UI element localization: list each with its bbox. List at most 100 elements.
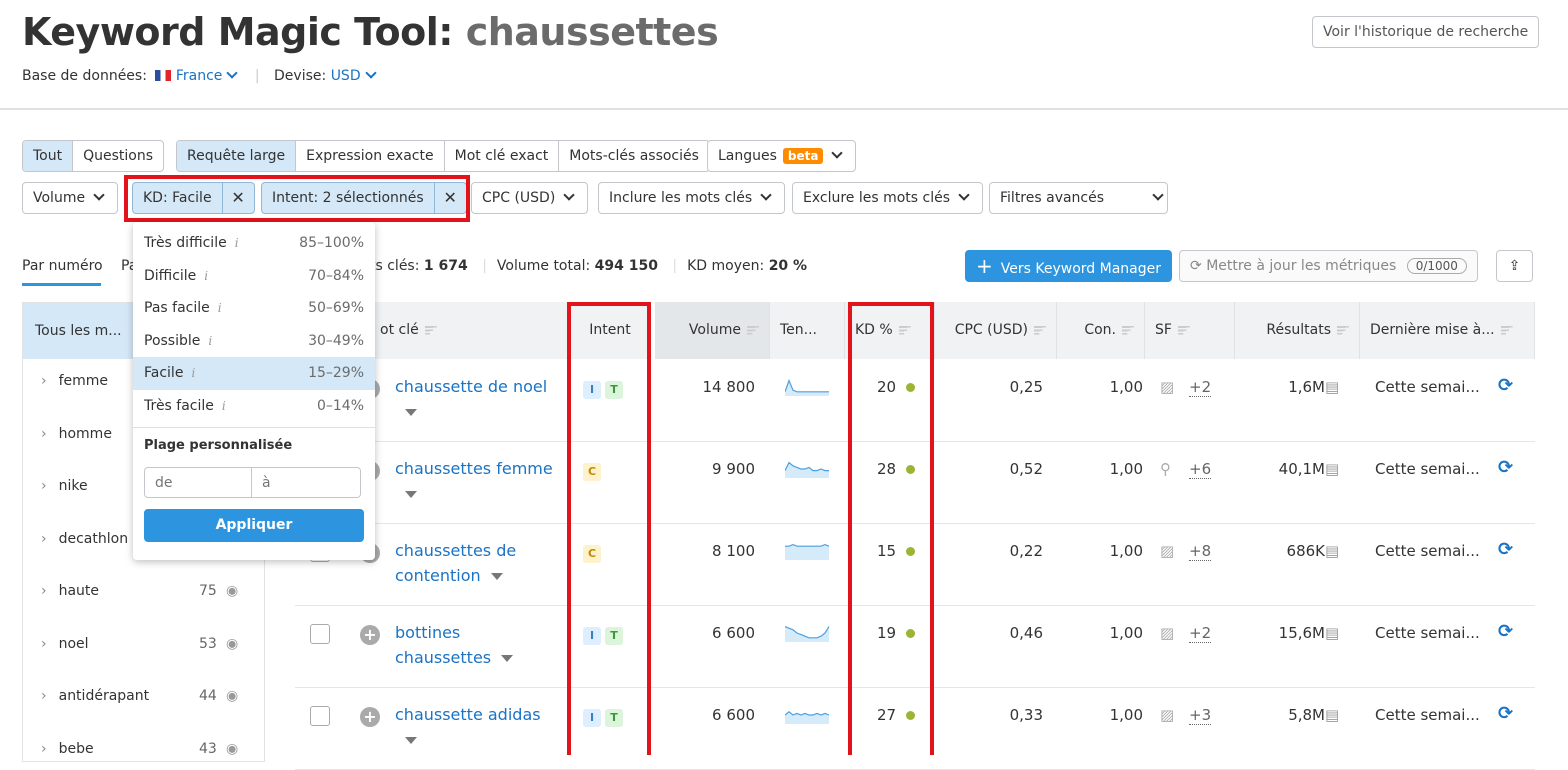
add-keyword-icon[interactable]: + <box>360 625 380 645</box>
sidebar-group-item[interactable]: › noel 53 ◉ <box>41 636 251 652</box>
tab-questions[interactable]: Questions <box>73 141 163 171</box>
keyword-link[interactable]: bottines chaussettes <box>395 620 555 670</box>
kd-to-input[interactable] <box>252 467 361 498</box>
chevron-right-icon[interactable]: › <box>41 741 47 757</box>
serp-page-icon[interactable]: ▤ <box>1325 542 1339 560</box>
sort-icon[interactable] <box>1034 325 1046 335</box>
row-checkbox[interactable] <box>310 706 330 726</box>
kd-from-input[interactable] <box>144 467 252 498</box>
eye-icon[interactable]: ◉ <box>226 688 238 704</box>
highlight-box <box>124 175 470 222</box>
caret-down-icon[interactable] <box>405 737 417 744</box>
column-header-volume[interactable]: Volume <box>655 302 770 359</box>
chevron-right-icon[interactable]: › <box>41 478 47 494</box>
column-header-sf[interactable]: SF <box>1145 302 1235 359</box>
info-icon[interactable]: i <box>222 399 226 413</box>
refresh-icon[interactable]: ⟳ <box>1498 375 1513 396</box>
keyword-manager-button[interactable]: + Vers Keyword Manager <box>965 250 1172 282</box>
volume-filter[interactable]: Volume <box>22 182 119 214</box>
sort-icon[interactable] <box>747 325 759 335</box>
chevron-right-icon[interactable]: › <box>41 426 47 442</box>
info-icon[interactable]: i <box>204 269 208 283</box>
tab-exact-match[interactable]: Mot clé exact <box>445 141 560 171</box>
info-icon[interactable]: i <box>208 334 212 348</box>
serp-features-more[interactable]: +6 <box>1189 460 1212 479</box>
exclude-keywords-filter[interactable]: Exclure les mots clés <box>792 182 984 214</box>
cpc-filter[interactable]: CPC (USD) <box>471 182 589 214</box>
tab-by-number[interactable]: Par numéro <box>22 258 103 274</box>
group-label: noel <box>58 635 89 652</box>
beta-badge: beta <box>782 148 824 164</box>
currency-dropdown[interactable]: USD <box>331 68 361 84</box>
tab-broad-match[interactable]: Requête large <box>177 141 297 171</box>
database-dropdown[interactable]: France <box>176 68 223 84</box>
serp-features-more[interactable]: +8 <box>1189 542 1212 561</box>
chevron-right-icon[interactable]: › <box>41 373 47 389</box>
sidebar-group-item[interactable]: › haute 75 ◉ <box>41 583 251 599</box>
caret-down-icon[interactable] <box>405 409 417 416</box>
sort-icon[interactable] <box>1177 325 1190 335</box>
keyword-link[interactable]: chaussettes de contention <box>395 538 555 588</box>
sidebar-group-item[interactable]: › bebe 43 ◉ <box>41 741 251 757</box>
chevron-right-icon[interactable]: › <box>41 688 47 704</box>
caret-down-icon[interactable] <box>405 491 417 498</box>
group-count: 53 <box>199 635 217 652</box>
apply-button[interactable]: Appliquer <box>144 509 364 542</box>
sort-icon[interactable] <box>1337 325 1349 335</box>
export-button[interactable]: ⇪ <box>1496 250 1533 282</box>
keyword-link[interactable]: chaussette adidas <box>395 702 555 752</box>
column-header-con[interactable]: Con. <box>1057 302 1145 359</box>
kd-option[interactable]: Possible i 30–49% <box>133 325 375 358</box>
info-icon[interactable]: i <box>235 236 239 250</box>
search-history-button[interactable]: Voir l'historique de recherche <box>1312 16 1540 48</box>
languages-dropdown[interactable]: Langues beta <box>707 140 857 172</box>
serp-features-more[interactable]: +3 <box>1189 706 1212 725</box>
column-header-results[interactable]: Résultats <box>1235 302 1360 359</box>
sort-icon[interactable] <box>1500 325 1513 335</box>
add-keyword-icon[interactable]: + <box>360 707 380 727</box>
kd-option[interactable]: Très difficile i 85–100% <box>133 227 375 260</box>
advanced-filters[interactable]: Filtres avancés <box>989 182 1168 214</box>
column-header-cpc[interactable]: CPC (USD) <box>935 302 1057 359</box>
kd-option[interactable]: Très facile i 0–14% <box>133 390 375 423</box>
caret-down-icon[interactable] <box>501 655 514 662</box>
tab-related[interactable]: Mots-clés associés <box>559 141 709 171</box>
column-header-trend[interactable]: Ten... <box>770 302 845 359</box>
image-icon: ▨ <box>1160 624 1175 642</box>
kd-option[interactable]: Difficile i 70–84% <box>133 260 375 293</box>
chevron-right-icon[interactable]: › <box>41 636 47 652</box>
caret-down-icon[interactable] <box>490 573 503 580</box>
row-checkbox[interactable] <box>310 624 330 644</box>
kd-option[interactable]: Pas facile i 50–69% <box>133 292 375 325</box>
refresh-icon[interactable]: ⟳ <box>1498 457 1513 478</box>
include-keywords-filter[interactable]: Inclure les mots clés <box>598 182 786 214</box>
kd-option[interactable]: Facile i 15–29% <box>133 357 375 390</box>
serp-page-icon[interactable]: ▤ <box>1325 624 1339 642</box>
eye-icon[interactable]: ◉ <box>226 636 238 652</box>
keyword-link[interactable]: chaussette de noel <box>395 374 555 424</box>
serp-features-more[interactable]: +2 <box>1189 378 1212 397</box>
serp-features-more[interactable]: +2 <box>1189 624 1212 643</box>
chevron-right-icon[interactable]: › <box>41 531 47 547</box>
eye-icon[interactable]: ◉ <box>226 583 238 599</box>
serp-page-icon[interactable]: ▤ <box>1325 378 1339 396</box>
sidebar-group-item[interactable]: › antidérapant 44 ◉ <box>41 688 251 704</box>
refresh-icon[interactable]: ⟳ <box>1498 703 1513 724</box>
eye-icon[interactable]: ◉ <box>226 741 238 757</box>
tab-all[interactable]: Tout <box>23 141 74 171</box>
keyword-link[interactable]: chaussettes femme <box>395 456 555 506</box>
kd-option-range: 85–100% <box>299 235 364 251</box>
info-icon[interactable]: i <box>191 366 195 380</box>
info-icon[interactable]: i <box>218 301 222 315</box>
column-header-updated[interactable]: Dernière mise à... <box>1360 302 1535 359</box>
update-metrics-button[interactable]: ⟳ Mettre à jour les métriques 0/1000 <box>1179 250 1478 282</box>
chevron-right-icon[interactable]: › <box>41 583 47 599</box>
refresh-icon[interactable]: ⟳ <box>1498 539 1513 560</box>
serp-page-icon[interactable]: ▤ <box>1325 706 1339 724</box>
tab-phrase-match[interactable]: Expression exacte <box>296 141 445 171</box>
serp-page-icon[interactable]: ▤ <box>1325 460 1339 478</box>
sort-icon[interactable] <box>1122 325 1134 335</box>
column-header-keyword[interactable]: ot clé <box>370 302 568 359</box>
sort-icon[interactable] <box>424 325 437 335</box>
refresh-icon[interactable]: ⟳ <box>1498 621 1513 642</box>
